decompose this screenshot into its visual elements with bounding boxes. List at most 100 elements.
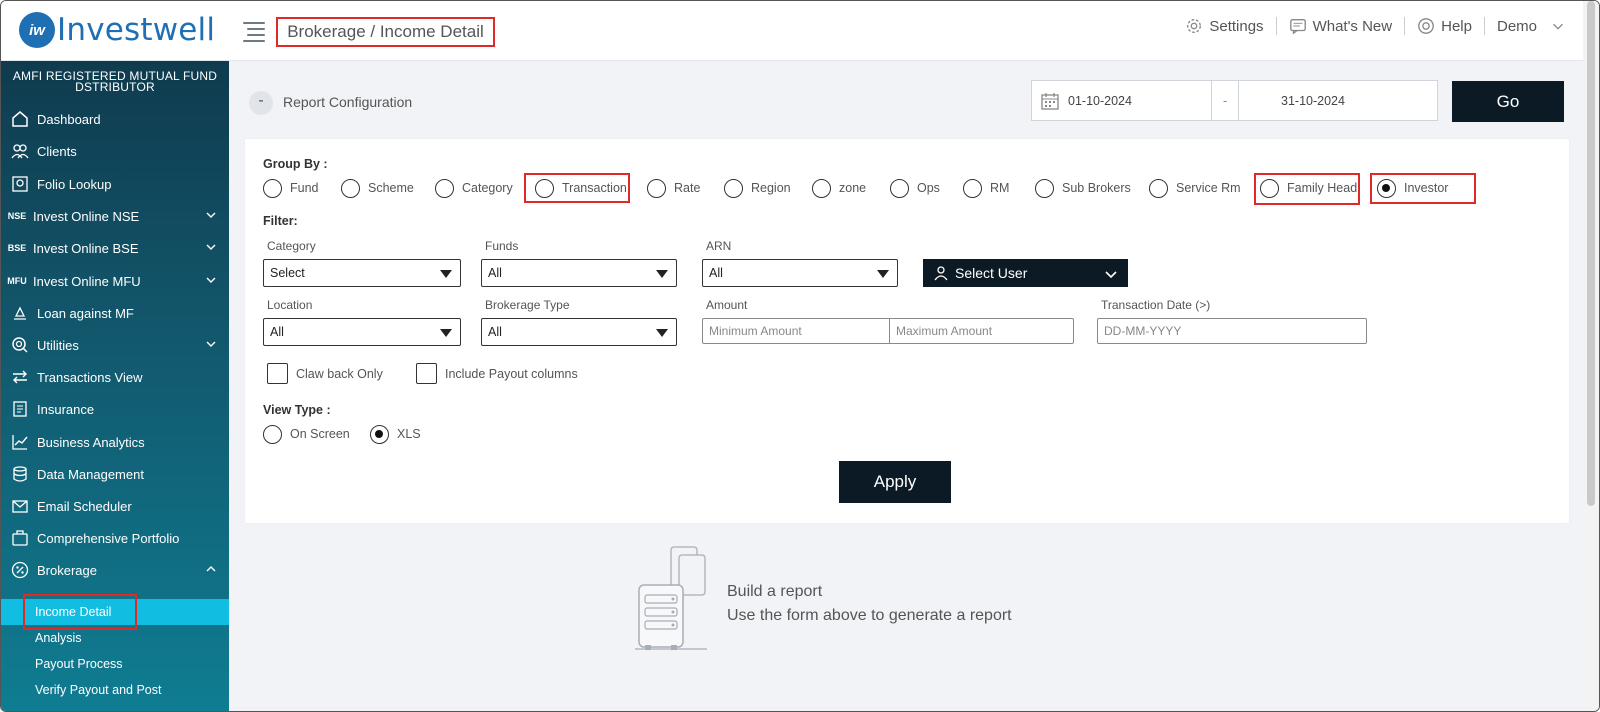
location-select[interactable]: All — [263, 318, 461, 346]
radio-xls[interactable]: XLS — [370, 424, 421, 444]
radio-service-rm[interactable]: Service Rm — [1149, 178, 1241, 198]
go-button[interactable]: Go — [1452, 81, 1564, 122]
sidebar-item-insurance[interactable]: Insurance — [1, 393, 229, 425]
sidebar-item-label: Business Analytics — [37, 434, 145, 450]
radio-rate[interactable]: Rate — [647, 178, 700, 198]
chevron-up-icon — [206, 566, 216, 572]
amfi-tagline: AMFI REGISTERED MUTUAL FUND DSTRIBUTOR — [12, 69, 218, 94]
amount-range: Minimum Amount Maximum Amount — [702, 318, 1074, 344]
sidebar-item-label: Brokerage — [37, 562, 97, 578]
users-icon — [9, 142, 31, 160]
insurance-icon — [9, 400, 31, 418]
chevron-down-icon — [206, 212, 216, 218]
sidebar-item-label: Loan against MF — [37, 305, 134, 321]
chevron-down-icon — [206, 277, 216, 283]
home-icon — [9, 110, 31, 128]
highlight-box — [524, 173, 630, 203]
radio-rm[interactable]: RM — [963, 178, 1009, 198]
user-icon — [934, 266, 948, 281]
apply-button[interactable]: Apply — [839, 461, 951, 503]
settings-link[interactable]: Settings — [1173, 17, 1277, 35]
email-icon — [9, 497, 31, 515]
radio-fund[interactable]: Fund — [263, 178, 319, 198]
max-amount-input[interactable]: Maximum Amount — [890, 319, 1074, 343]
transfer-icon — [9, 368, 31, 386]
sidebar: AMFI REGISTERED MUTUAL FUND DSTRIBUTOR D… — [1, 61, 229, 711]
radio-on-screen[interactable]: On Screen — [263, 424, 350, 444]
scrollbar-thumb[interactable] — [1587, 1, 1595, 506]
funds-select[interactable]: All — [481, 259, 677, 287]
chevron-down-icon — [206, 244, 216, 250]
radio-ops[interactable]: Ops — [890, 178, 940, 198]
sidebar-subitem-verify-payout[interactable]: Verify Payout and Post — [1, 677, 229, 703]
sidebar-item-label: Invest Online NSE — [33, 208, 140, 224]
sidebar-item-transactions-view[interactable]: Transactions View — [1, 361, 229, 393]
user-menu[interactable]: Demo — [1485, 17, 1567, 35]
highlight-box — [1254, 173, 1360, 205]
category-select[interactable]: Select — [263, 259, 461, 287]
radio-scheme[interactable]: Scheme — [341, 178, 414, 198]
sidebar-subitem-label: Payout Process — [35, 657, 123, 671]
sidebar-item-data-management[interactable]: Data Management — [1, 458, 229, 490]
date-range-picker[interactable]: 01-10-2024 - 31-10-2024 — [1031, 80, 1438, 121]
top-bar: iw Investwell Brokerage / Income Detail … — [1, 1, 1599, 61]
vertical-scrollbar[interactable] — [1583, 1, 1599, 711]
sidebar-item-business-analytics[interactable]: Business Analytics — [1, 426, 229, 458]
radio-sub-brokers[interactable]: Sub Brokers — [1035, 178, 1131, 198]
report-configuration-title: Report Configuration — [283, 94, 413, 110]
main-content: - Report Configuration 01-10-2024 - 31-1… — [229, 61, 1585, 711]
database-icon — [9, 465, 31, 483]
folio-icon — [9, 175, 31, 193]
sidebar-subitem-payout-process[interactable]: Payout Process — [1, 651, 229, 677]
app-window: iw Investwell Brokerage / Income Detail … — [0, 0, 1600, 712]
category-label: Category — [267, 239, 316, 253]
sidebar-item-email-scheduler[interactable]: Email Scheduler — [1, 490, 229, 522]
sidebar-item-label: Comprehensive Portfolio — [37, 530, 180, 546]
sidebar-item-clients[interactable]: Clients — [1, 135, 229, 167]
funds-label: Funds — [485, 239, 519, 253]
clawback-checkbox[interactable]: Claw back Only — [267, 363, 383, 384]
logo-mark: iw — [19, 12, 55, 48]
chevron-down-icon — [1105, 271, 1117, 279]
date-separator: - — [1223, 93, 1228, 108]
empty-state-title: Build a report — [727, 583, 823, 600]
arn-select[interactable]: All — [702, 259, 898, 287]
sidebar-item-label: Clients — [37, 143, 77, 159]
sidebar-item-loan-against-mf[interactable]: Loan against MF — [1, 297, 229, 329]
sidebar-item-label: Insurance — [37, 401, 95, 417]
sidebar-item-invest-online-nse[interactable]: NSE Invest Online NSE — [1, 200, 229, 232]
collapse-toggle[interactable]: - — [249, 91, 273, 115]
help-link[interactable]: Help — [1405, 17, 1485, 35]
investwell-logo[interactable]: iw Investwell — [19, 11, 215, 49]
sidebar-item-dashboard[interactable]: Dashboard — [1, 103, 229, 135]
whats-new-link[interactable]: What's New — [1277, 17, 1406, 35]
sidebar-item-brokerage[interactable]: Brokerage — [1, 554, 229, 586]
radio-zone[interactable]: zone — [812, 178, 866, 198]
help-label: Help — [1441, 17, 1472, 35]
brokerage-type-select[interactable]: All — [481, 318, 677, 346]
transaction-date-input[interactable]: DD-MM-YYYY — [1097, 318, 1367, 344]
filter-label: Filter: — [263, 214, 298, 228]
nse-icon: NSE — [7, 211, 27, 221]
date-to[interactable]: 31-10-2024 — [1281, 94, 1345, 108]
radio-region[interactable]: Region — [724, 178, 791, 198]
include-payout-checkbox[interactable]: Include Payout columns — [416, 363, 578, 384]
sidebar-item-label: Data Management — [37, 466, 144, 482]
settings-label: Settings — [1209, 17, 1264, 35]
sidebar-subitem-label: Analysis — [35, 631, 82, 645]
select-user-button[interactable]: Select User — [923, 259, 1128, 287]
sidebar-item-comprehensive-portfolio[interactable]: Comprehensive Portfolio — [1, 522, 229, 554]
sidebar-subitem-analysis[interactable]: Analysis — [1, 625, 229, 651]
brokerage-type-label: Brokerage Type — [485, 298, 570, 312]
sidebar-item-utilities[interactable]: Utilities — [1, 329, 229, 361]
bse-icon: BSE — [7, 243, 27, 253]
sidebar-item-invest-online-mfu[interactable]: MFU Invest Online MFU — [1, 265, 229, 297]
date-from[interactable]: 01-10-2024 — [1068, 94, 1132, 108]
sidebar-item-invest-online-bse[interactable]: BSE Invest Online BSE — [1, 232, 229, 264]
sidebar-item-label: Transactions View — [37, 369, 143, 385]
menu-icon[interactable] — [243, 19, 265, 42]
portfolio-icon — [9, 529, 31, 547]
sidebar-item-folio-lookup[interactable]: Folio Lookup — [1, 168, 229, 200]
min-amount-input[interactable]: Minimum Amount — [703, 319, 889, 343]
radio-category[interactable]: Category — [435, 178, 513, 198]
